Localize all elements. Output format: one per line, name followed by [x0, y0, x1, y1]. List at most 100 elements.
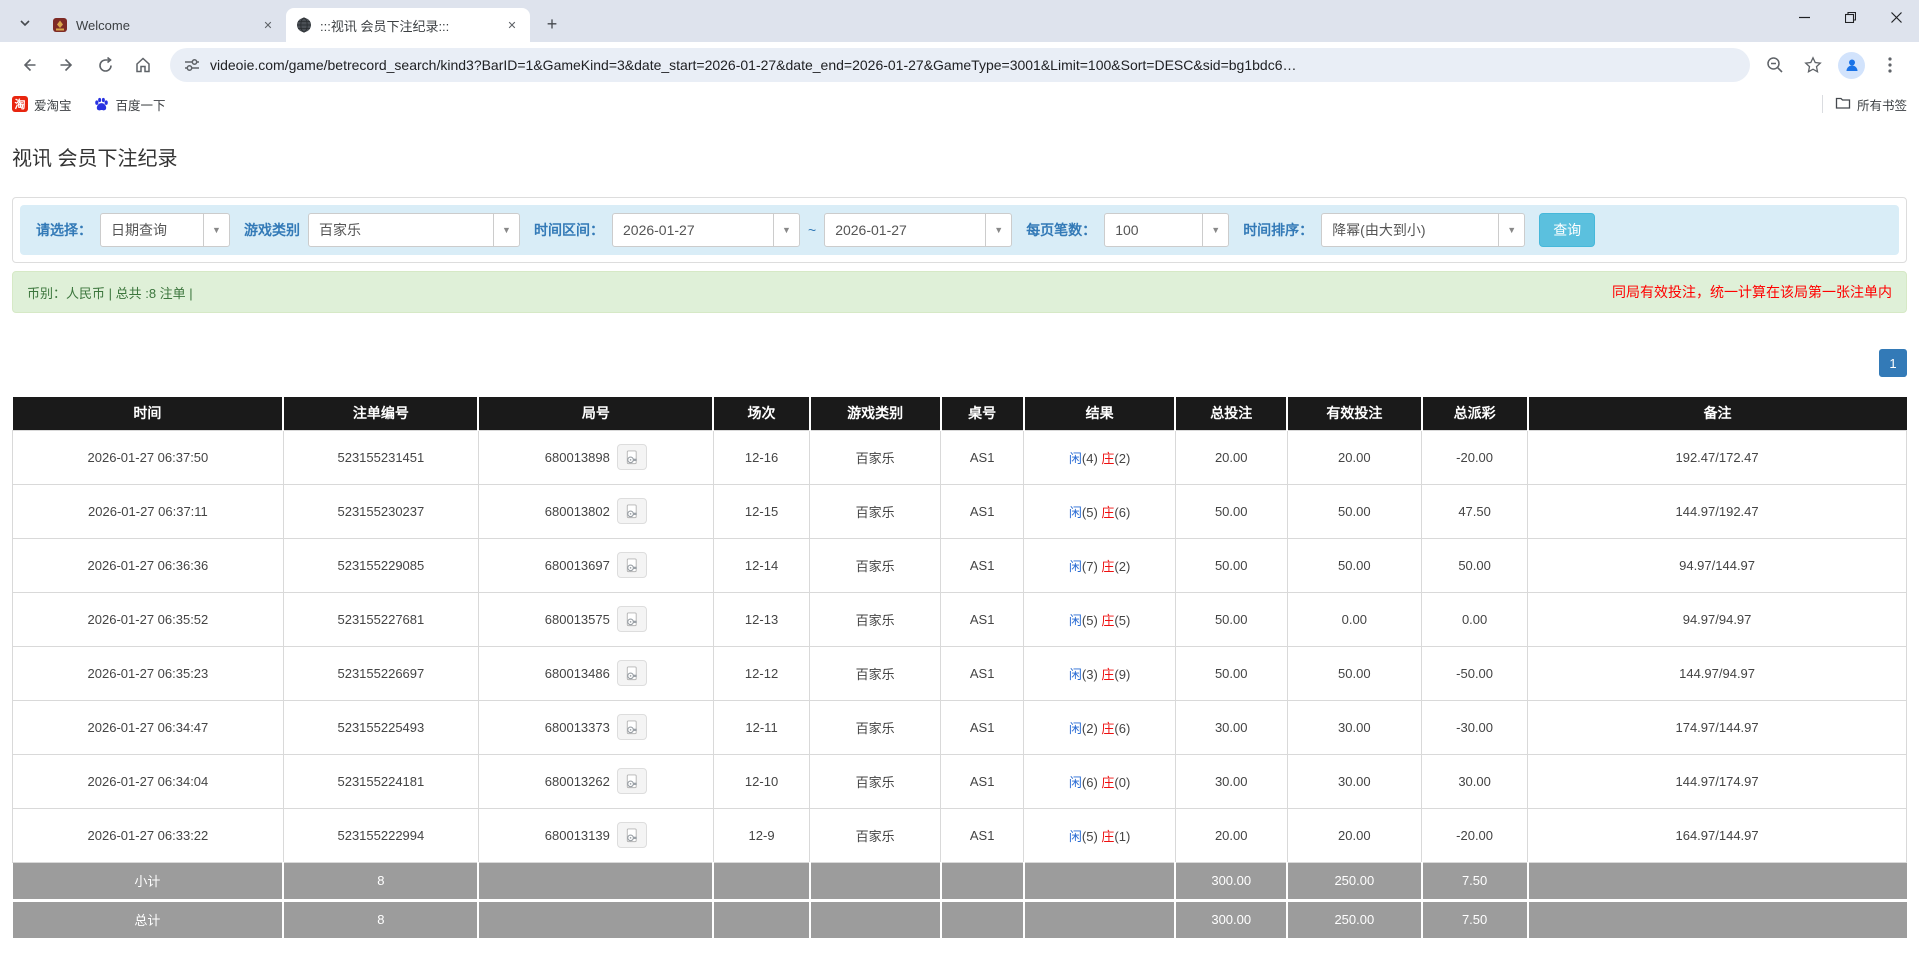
cell-round: 680013139: [478, 808, 713, 862]
cell-total-bet: 30.00: [1175, 700, 1287, 754]
taobao-icon: 淘: [12, 96, 28, 112]
profile-avatar[interactable]: [1838, 52, 1865, 79]
subtotal-label: 小计: [13, 862, 284, 900]
cell-table-no: AS1: [941, 538, 1024, 592]
tab-close-icon[interactable]: ✕: [260, 17, 276, 33]
cell-remark: 94.97/94.97: [1528, 592, 1907, 646]
table-row: 2026-01-27 06:37:11 523155230237 6800138…: [13, 484, 1907, 538]
tab-strip: Welcome ✕ :::视讯 会员下注纪录::: ✕ +: [0, 0, 1919, 42]
cell-round: 680013802: [478, 484, 713, 538]
total-label: 总计: [13, 900, 284, 938]
table-row: 2026-01-27 06:33:22 523155222994 6800131…: [13, 808, 1907, 862]
sort-select[interactable]: 降幂(由大到小) ▼: [1321, 213, 1525, 247]
bookmark-baidu[interactable]: 百度一下: [94, 95, 166, 114]
cell-table-no: AS1: [941, 700, 1024, 754]
bookmark-label: 爱淘宝: [34, 95, 72, 114]
table-row: 2026-01-27 06:37:50 523155231451 6800138…: [13, 430, 1907, 484]
bookmark-taobao[interactable]: 淘 爱淘宝: [12, 95, 72, 114]
col-time: 时间: [13, 397, 284, 430]
col-bet-id: 注单编号: [283, 397, 478, 430]
game-kind-select[interactable]: 百家乐 ▼: [308, 213, 520, 247]
tab-betrecord[interactable]: :::视讯 会员下注纪录::: ✕: [286, 8, 530, 42]
cell-result: 闲(3) 庄(9): [1024, 646, 1176, 700]
table-footer: 小计 8 300.00 250.00 7.50 总计 8 300.00 250.…: [13, 862, 1907, 938]
cell-time: 2026-01-27 06:36:36: [13, 538, 284, 592]
tab-search-chevron-icon[interactable]: [8, 6, 42, 40]
home-icon[interactable]: [126, 48, 160, 82]
cell-payout: 47.50: [1422, 484, 1528, 538]
date-range-label: 时间区间：: [534, 220, 604, 240]
cell-result: 闲(4) 庄(2): [1024, 430, 1176, 484]
video-replay-button[interactable]: [617, 606, 647, 632]
cell-result: 闲(5) 庄(1): [1024, 808, 1176, 862]
total-payout: 7.50: [1422, 900, 1528, 938]
tab-title: Welcome: [76, 18, 254, 33]
video-replay-button[interactable]: [617, 768, 647, 794]
total-count: 8: [283, 900, 478, 938]
back-icon[interactable]: [12, 48, 46, 82]
cell-session: 12-11: [713, 700, 810, 754]
site-settings-icon[interactable]: [184, 57, 200, 73]
cell-payout: -50.00: [1422, 646, 1528, 700]
page-1-button[interactable]: 1: [1879, 349, 1907, 377]
video-replay-button[interactable]: [617, 660, 647, 686]
window-restore-button[interactable]: [1827, 0, 1873, 34]
col-payout: 总派彩: [1422, 397, 1528, 430]
tab-title: :::视讯 会员下注纪录:::: [320, 16, 498, 35]
reload-icon[interactable]: [88, 48, 122, 82]
currency-summary-text: 币别：人民币 | 总共 :8 注单 |: [27, 283, 193, 302]
total-row: 总计 8 300.00 250.00 7.50: [13, 900, 1907, 938]
cell-payout: -20.00: [1422, 808, 1528, 862]
folder-icon: [1835, 95, 1851, 114]
new-tab-button[interactable]: +: [538, 10, 566, 38]
page-content: 视讯 会员下注纪录 请选择： 日期查询 ▼ 游戏类别 百家乐 ▼ 时间区间： 2…: [0, 120, 1919, 938]
table-row: 2026-01-27 06:34:47 523155225493 6800133…: [13, 700, 1907, 754]
cell-table-no: AS1: [941, 592, 1024, 646]
cell-bet-id: 523155225493: [283, 700, 478, 754]
video-replay-button[interactable]: [617, 714, 647, 740]
cell-session: 12-9: [713, 808, 810, 862]
baidu-paw-icon: [94, 96, 110, 112]
cell-round: 680013262: [478, 754, 713, 808]
cell-payout: 0.00: [1422, 592, 1528, 646]
cell-table-no: AS1: [941, 808, 1024, 862]
cell-remark: 164.97/144.97: [1528, 808, 1907, 862]
video-replay-button[interactable]: [617, 444, 647, 470]
menu-dots-icon[interactable]: [1873, 48, 1907, 82]
cell-session: 12-13: [713, 592, 810, 646]
cell-payout: 30.00: [1422, 754, 1528, 808]
table-row: 2026-01-27 06:36:36 523155229085 6800136…: [13, 538, 1907, 592]
window-close-button[interactable]: [1873, 0, 1919, 34]
cell-bet-id: 523155231451: [283, 430, 478, 484]
tab-welcome[interactable]: Welcome ✕: [42, 8, 286, 42]
date-end-select[interactable]: 2026-01-27 ▼: [824, 213, 1012, 247]
cell-session: 12-15: [713, 484, 810, 538]
cell-table-no: AS1: [941, 430, 1024, 484]
tab-close-icon[interactable]: ✕: [504, 17, 520, 33]
filter-panel: 请选择： 日期查询 ▼ 游戏类别 百家乐 ▼ 时间区间： 2026-01-27 …: [12, 197, 1907, 263]
cell-session: 12-16: [713, 430, 810, 484]
window-minimize-button[interactable]: [1781, 0, 1827, 34]
cell-remark: 174.97/144.97: [1528, 700, 1907, 754]
col-result: 结果: [1024, 397, 1176, 430]
cell-total-bet: 50.00: [1175, 592, 1287, 646]
cell-payout: 50.00: [1422, 538, 1528, 592]
subtotal-payout: 7.50: [1422, 862, 1528, 900]
date-start-select[interactable]: 2026-01-27 ▼: [612, 213, 800, 247]
all-bookmarks[interactable]: 所有书签: [1822, 95, 1907, 114]
url-text[interactable]: videoie.com/game/betrecord_search/kind3?…: [210, 57, 1736, 73]
cell-round: 680013575: [478, 592, 713, 646]
video-replay-button[interactable]: [617, 552, 647, 578]
zoom-out-icon[interactable]: [1758, 48, 1792, 82]
video-replay-button[interactable]: [617, 498, 647, 524]
cell-total-bet: 50.00: [1175, 646, 1287, 700]
per-page-select[interactable]: 100 ▼: [1104, 213, 1229, 247]
forward-icon[interactable]: [50, 48, 84, 82]
cell-remark: 144.97/174.97: [1528, 754, 1907, 808]
bookmark-star-icon[interactable]: [1796, 48, 1830, 82]
table-body: 2026-01-27 06:37:50 523155231451 6800138…: [13, 430, 1907, 862]
address-bar[interactable]: videoie.com/game/betrecord_search/kind3?…: [170, 48, 1750, 82]
video-replay-button[interactable]: [617, 822, 647, 848]
search-button[interactable]: 查询: [1539, 213, 1595, 247]
query-type-select[interactable]: 日期查询 ▼: [100, 213, 230, 247]
